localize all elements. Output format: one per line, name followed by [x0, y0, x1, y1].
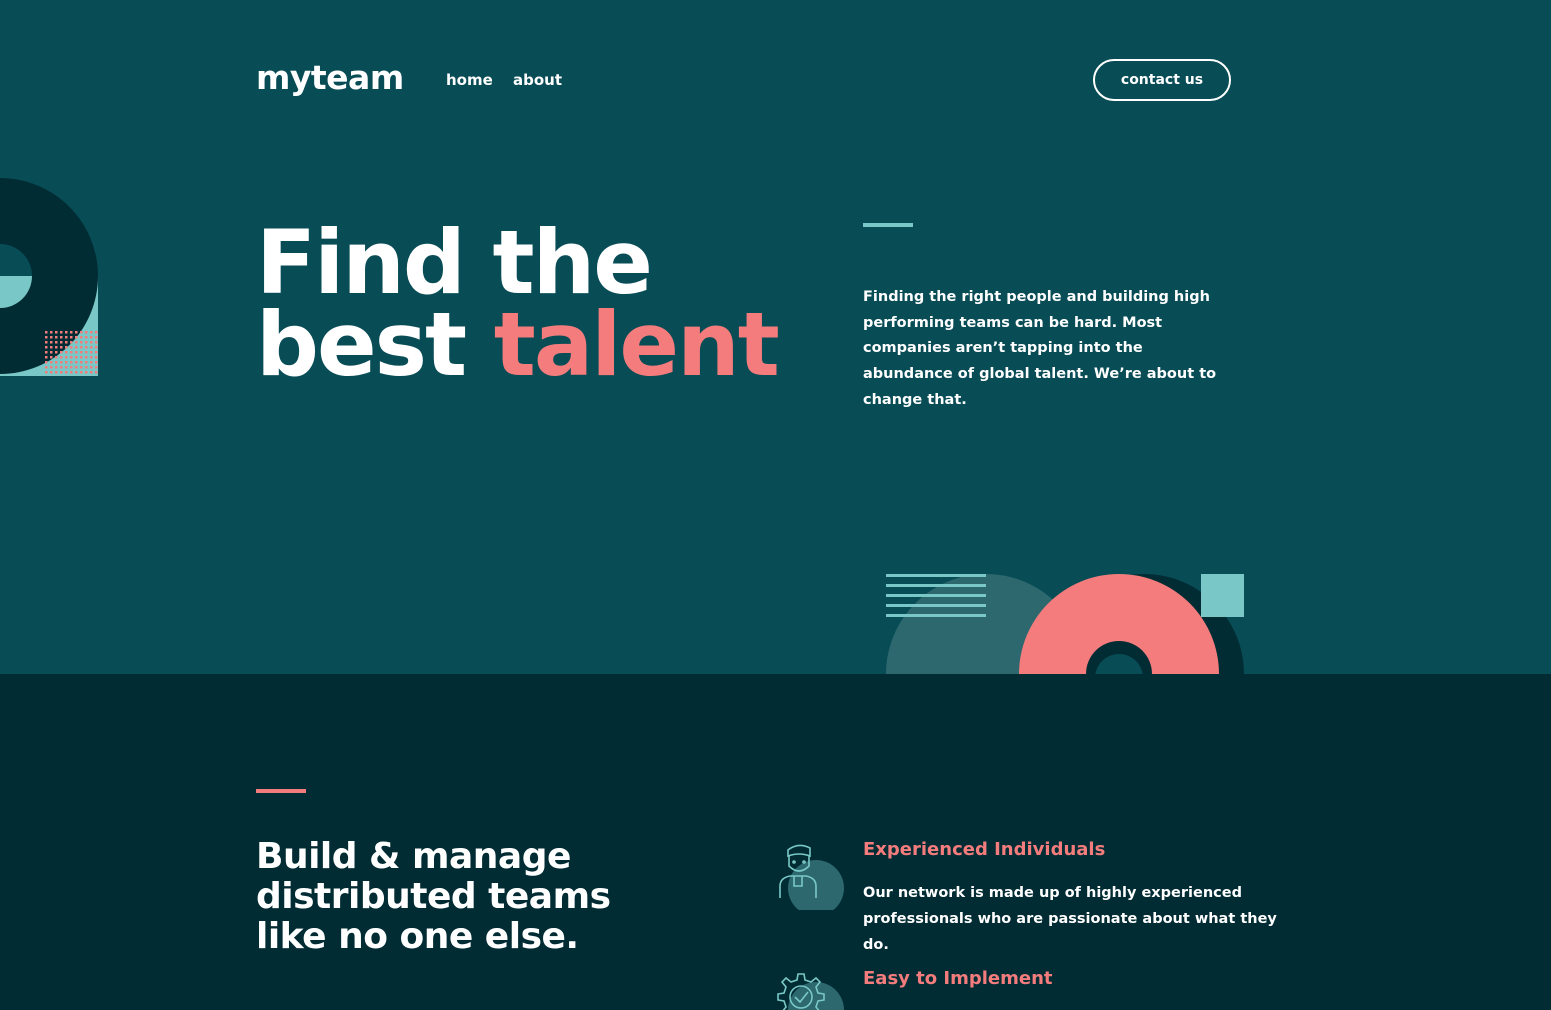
contact-us-button[interactable]: contact us: [1093, 59, 1231, 101]
person-icon: [779, 844, 844, 910]
nav-link-home[interactable]: home: [446, 71, 493, 89]
hero-description: Finding the right people and building hi…: [863, 289, 1217, 408]
section-divider: [256, 789, 306, 793]
hero-divider: [863, 223, 913, 227]
headline-line-2: best: [256, 293, 494, 396]
cog-check-icon: [777, 973, 844, 1010]
headline-accent: talent: [493, 293, 780, 396]
features-section: Build & manage distributed teams like no…: [0, 674, 1551, 1010]
feature-title-easy: Easy to Implement: [863, 968, 1053, 989]
feature-title-experienced: Experienced Individuals: [863, 839, 1106, 860]
logo[interactable]: myteam: [256, 58, 404, 97]
hero-headline: Find the best talent: [256, 219, 780, 389]
decorative-shapes: [886, 574, 1244, 674]
feature-text-experienced: Our network is made up of highly experie…: [863, 885, 1277, 953]
hero-section: myteam home about contact us Find the be…: [0, 0, 1551, 674]
section-title: Build & manage distributed teams like no…: [256, 836, 611, 957]
decorative-ring-shape: [0, 178, 98, 376]
nav-link-about[interactable]: about: [513, 71, 562, 89]
